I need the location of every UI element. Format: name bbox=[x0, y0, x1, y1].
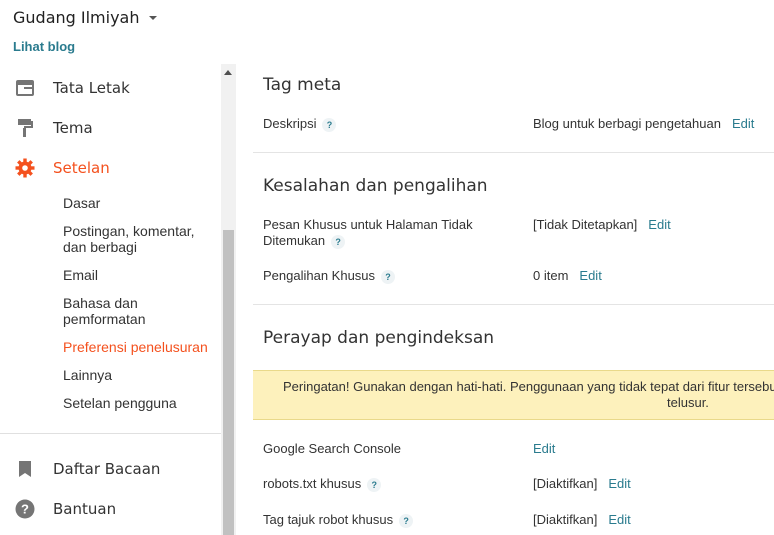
settings-sub-posts-line1[interactable]: Postingan, komentar, bbox=[63, 223, 195, 239]
settings-sub-basic[interactable]: Dasar bbox=[63, 195, 100, 211]
edit-description-link[interactable]: Edit bbox=[732, 116, 754, 131]
description-value: Blog untuk berbagi pengetahuan bbox=[533, 116, 721, 131]
custom-404-label-line1: Pesan Khusus untuk Halaman Tidak bbox=[263, 217, 473, 232]
warning-text-line2: telusur. bbox=[667, 395, 709, 410]
blog-switcher[interactable]: Gudang Ilmiyah bbox=[13, 6, 157, 28]
help-icon[interactable]: ? bbox=[381, 269, 396, 284]
robots-header-tags-value-row: [Diaktifkan] Edit bbox=[533, 512, 631, 528]
help-icon[interactable]: ? bbox=[399, 513, 414, 528]
settings-sub-other[interactable]: Lainnya bbox=[63, 367, 112, 383]
sidebar-item-settings[interactable]: Setelan bbox=[0, 148, 221, 188]
help-circle-icon: ? bbox=[15, 499, 35, 519]
robots-header-tags-value: [Diaktifkan] bbox=[533, 512, 598, 527]
robots-header-tags-label: Tag tajuk robot khusus? bbox=[263, 512, 414, 528]
settings-sub-user-settings[interactable]: Setelan pengguna bbox=[63, 395, 177, 411]
caret-down-icon bbox=[148, 16, 157, 20]
custom-404-value: [Tidak Ditetapkan] bbox=[533, 217, 638, 232]
scrollbar-thumb[interactable] bbox=[223, 230, 234, 535]
warning-banner: Peringatan! Gunakan dengan hati-hati. Pe… bbox=[253, 370, 774, 420]
custom-404-label-line2: Ditemukan? bbox=[263, 233, 346, 249]
bookmark-icon bbox=[15, 459, 35, 479]
section-title-meta: Tag meta bbox=[263, 75, 342, 95]
edit-custom-404-link[interactable]: Edit bbox=[648, 217, 670, 232]
edit-search-console-link[interactable]: Edit bbox=[533, 441, 555, 456]
settings-sub-language-line1[interactable]: Bahasa dan bbox=[63, 295, 138, 311]
custom-robots-txt-value-row: [Diaktifkan] Edit bbox=[533, 476, 631, 492]
settings-sub-search-preferences[interactable]: Preferensi penelusuran bbox=[63, 339, 208, 355]
edit-robots-header-tags-link[interactable]: Edit bbox=[608, 512, 630, 527]
scroll-up-arrow-icon[interactable] bbox=[224, 70, 232, 75]
layout-icon bbox=[15, 78, 35, 98]
sidebar-item-theme[interactable]: Tema bbox=[0, 108, 221, 148]
sidebar-item-label: Bantuan bbox=[53, 500, 117, 518]
search-console-label: Google Search Console bbox=[263, 441, 402, 456]
custom-404-value-row: [Tidak Ditetapkan] Edit bbox=[533, 217, 671, 233]
svg-text:?: ? bbox=[21, 502, 29, 517]
sidebar-item-layout[interactable]: Tata Letak bbox=[0, 68, 221, 108]
edit-custom-redirects-link[interactable]: Edit bbox=[579, 268, 601, 283]
sidebar-item-label: Tema bbox=[53, 119, 93, 137]
description-value-row: Blog untuk berbagi pengetahuan Edit bbox=[533, 116, 754, 132]
sidebar-item-label: Tata Letak bbox=[53, 79, 130, 97]
settings-sub-email[interactable]: Email bbox=[63, 267, 98, 283]
view-blog-link[interactable]: Lihat blog bbox=[13, 39, 75, 54]
paint-roller-icon bbox=[15, 118, 35, 138]
edit-robots-txt-link[interactable]: Edit bbox=[608, 476, 630, 491]
sidebar-scrollbar[interactable] bbox=[221, 64, 236, 535]
sidebar-item-help[interactable]: ? Bantuan bbox=[0, 489, 221, 529]
section-title-errors: Kesalahan dan pengalihan bbox=[263, 176, 488, 196]
warning-text-line1: Peringatan! Gunakan dengan hati-hati. Pe… bbox=[283, 379, 774, 394]
custom-robots-txt-label: robots.txt khusus? bbox=[263, 476, 382, 492]
custom-redirects-value: 0 item bbox=[533, 268, 569, 283]
custom-redirects-label: Pengalihan Khusus? bbox=[263, 268, 396, 284]
gear-icon bbox=[15, 158, 35, 178]
section-divider bbox=[253, 152, 774, 153]
section-divider bbox=[253, 304, 774, 305]
description-label: Deskripsi? bbox=[263, 116, 337, 132]
help-icon[interactable]: ? bbox=[367, 477, 382, 492]
sidebar: Tata Letak Tema Setelan Dasar Postingan,… bbox=[0, 64, 221, 535]
settings-sub-language-line2[interactable]: pemformatan bbox=[63, 311, 145, 327]
blog-name: Gudang Ilmiyah bbox=[13, 7, 140, 27]
settings-main: Tag meta Deskripsi? Blog untuk berbagi p… bbox=[253, 64, 774, 535]
help-icon[interactable]: ? bbox=[331, 234, 346, 249]
sidebar-item-label: Setelan bbox=[53, 159, 110, 177]
custom-redirects-value-row: 0 item Edit bbox=[533, 268, 602, 284]
sidebar-item-reading-list[interactable]: Daftar Bacaan bbox=[0, 449, 221, 489]
sidebar-item-label: Daftar Bacaan bbox=[53, 460, 161, 478]
section-title-crawl: Perayap dan pengindeksan bbox=[263, 328, 495, 348]
sidebar-divider bbox=[0, 433, 221, 434]
custom-robots-txt-value: [Diaktifkan] bbox=[533, 476, 598, 491]
help-icon[interactable]: ? bbox=[322, 117, 337, 132]
settings-sub-posts-line2[interactable]: dan berbagi bbox=[63, 239, 137, 255]
